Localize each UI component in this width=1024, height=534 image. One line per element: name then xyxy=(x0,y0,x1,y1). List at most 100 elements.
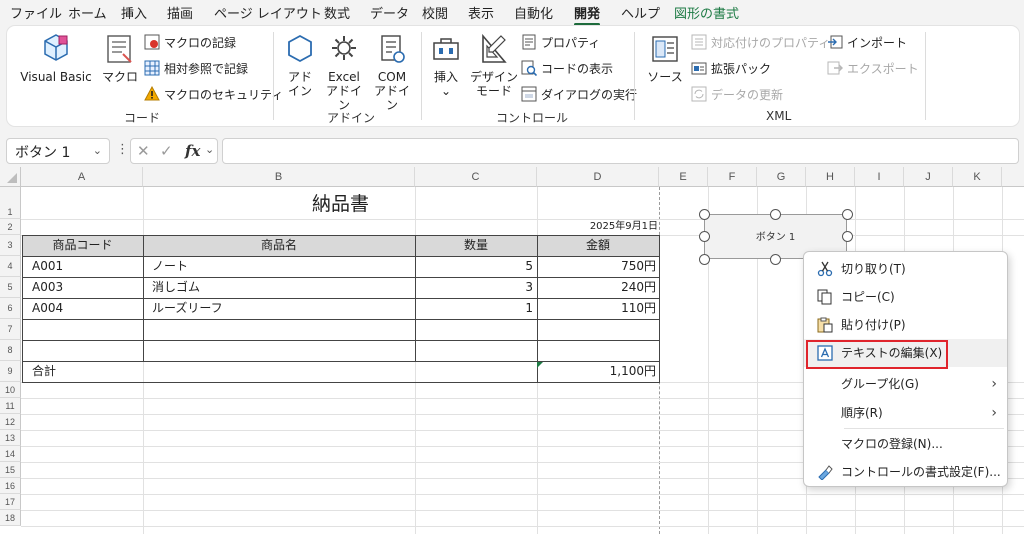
row-header[interactable]: 10 xyxy=(0,382,21,398)
row-header[interactable]: 15 xyxy=(0,462,21,478)
cell-code[interactable]: A004 xyxy=(32,298,63,318)
cell-name[interactable]: ルーズリーフ xyxy=(152,298,223,318)
tab-formulas[interactable]: 数式 xyxy=(324,3,350,22)
cancel-icon[interactable]: ✕ xyxy=(137,142,150,160)
row-header[interactable]: 16 xyxy=(0,478,21,494)
addins-button[interactable]: アド イン xyxy=(281,32,319,98)
row-header[interactable]: 12 xyxy=(0,414,21,430)
insert-function-icon[interactable]: fx xyxy=(185,142,200,160)
row-header[interactable]: 11 xyxy=(0,398,21,414)
xml-export-button[interactable]: エクスポート xyxy=(827,58,919,78)
row-header[interactable]: 6 xyxy=(0,298,21,319)
format-control-icon xyxy=(818,465,833,480)
row-header[interactable]: 14 xyxy=(0,446,21,462)
com-addins-button[interactable]: COM アドイン xyxy=(370,32,414,112)
more-options-icon[interactable]: ⋮ xyxy=(116,142,129,157)
column-header-d[interactable]: D xyxy=(537,167,659,187)
cell-code[interactable]: A003 xyxy=(32,277,63,297)
column-header-i[interactable]: I xyxy=(855,167,904,187)
resize-handle[interactable] xyxy=(699,254,710,265)
total-value[interactable]: 1,100円 xyxy=(537,361,656,381)
visual-basic-button[interactable]: Visual Basic xyxy=(19,32,93,84)
row-header[interactable]: 17 xyxy=(0,494,21,510)
menu-item-group[interactable]: グループ化(G) › xyxy=(804,370,1007,398)
column-header-l[interactable] xyxy=(1002,167,1024,187)
refresh-data-button[interactable]: データの更新 xyxy=(691,84,783,104)
column-header-a[interactable]: A xyxy=(21,167,143,187)
cell-amount[interactable]: 750円 xyxy=(537,256,656,276)
cell-code[interactable]: A001 xyxy=(32,256,63,276)
xml-source-button[interactable]: ソース xyxy=(647,32,683,84)
resize-handle[interactable] xyxy=(699,209,710,220)
resize-handle[interactable] xyxy=(699,231,710,242)
row-header[interactable]: 7 xyxy=(0,319,21,340)
menu-item-copy[interactable]: コピー(C) xyxy=(804,283,1007,311)
column-header-h[interactable]: H xyxy=(806,167,855,187)
row-header[interactable]: 18 xyxy=(0,510,21,526)
row-header[interactable]: 2 xyxy=(0,219,21,235)
record-macro-button[interactable]: マクロの記録 xyxy=(144,32,236,52)
cell-qty[interactable]: 5 xyxy=(415,256,533,276)
cell-name[interactable]: 消しゴム xyxy=(152,277,200,297)
macro-security-button[interactable]: マクロのセキュリティ xyxy=(144,84,283,104)
row-header[interactable]: 5 xyxy=(0,277,21,298)
column-header-f[interactable]: F xyxy=(708,167,757,187)
formula-input[interactable] xyxy=(222,138,1019,164)
row-header[interactable]: 4 xyxy=(0,256,21,277)
cell-amount[interactable]: 110円 xyxy=(537,298,656,318)
row-header[interactable]: 8 xyxy=(0,340,21,361)
enter-icon[interactable]: ✓ xyxy=(160,142,173,160)
row-header[interactable]: 1 xyxy=(0,187,21,219)
map-properties-button[interactable]: 対応付けのプロパティ xyxy=(691,32,830,52)
view-code-button[interactable]: コードの表示 xyxy=(521,58,613,78)
menu-item-assign-macro[interactable]: マクロの登録(N)... xyxy=(804,430,1007,458)
row-header[interactable]: 13 xyxy=(0,430,21,446)
tab-page-layout[interactable]: ページ レイアウト xyxy=(214,3,322,22)
resize-handle[interactable] xyxy=(842,209,853,220)
menu-item-cut[interactable]: 切り取り(T) xyxy=(804,255,1007,283)
tab-view[interactable]: 表示 xyxy=(468,3,494,22)
menu-item-format-control[interactable]: コントロールの書式設定(F)... xyxy=(804,458,1007,486)
row-header[interactable]: 3 xyxy=(0,235,21,256)
row-header[interactable]: 9 xyxy=(0,361,21,382)
design-mode-icon xyxy=(482,33,507,63)
xml-import-button[interactable]: インポート xyxy=(827,32,907,52)
column-header-g[interactable]: G xyxy=(757,167,806,187)
tab-shape-format[interactable]: 図形の書式 xyxy=(674,3,739,22)
excel-addins-button[interactable]: Excel アドイン xyxy=(322,32,366,112)
menu-item-order[interactable]: 順序(R) › xyxy=(804,399,1007,427)
tab-developer[interactable]: 開発 xyxy=(574,3,601,26)
tab-home[interactable]: ホーム xyxy=(68,3,107,22)
tab-review[interactable]: 校閲 xyxy=(422,3,448,22)
select-all-corner[interactable] xyxy=(0,167,21,187)
resize-handle[interactable] xyxy=(770,209,781,220)
column-header-c[interactable]: C xyxy=(415,167,537,187)
column-header-j[interactable]: J xyxy=(904,167,953,187)
tab-data[interactable]: データ xyxy=(370,3,409,22)
column-header-e[interactable]: E xyxy=(659,167,708,187)
properties-button[interactable]: プロパティ xyxy=(521,32,600,52)
cell-name[interactable]: ノート xyxy=(152,256,188,276)
tab-insert[interactable]: 挿入 xyxy=(121,3,147,22)
menu-item-paste[interactable]: 貼り付け(P) xyxy=(804,311,1007,339)
relative-reference-button[interactable]: 相対参照で記録 xyxy=(144,58,248,78)
name-box[interactable]: ボタン 1 ⌄ xyxy=(6,138,110,164)
insert-control-button[interactable]: 挿入 ⌄ xyxy=(427,32,465,98)
cell-qty[interactable]: 3 xyxy=(415,277,533,297)
cell-qty[interactable]: 1 xyxy=(415,298,533,318)
macro-button[interactable]: マクロ xyxy=(99,32,141,84)
chevron-down-icon[interactable]: ⌄ xyxy=(93,144,102,157)
resize-handle[interactable] xyxy=(842,231,853,242)
tab-help[interactable]: ヘルプ xyxy=(621,3,660,22)
run-dialog-button[interactable]: ダイアログの実行 xyxy=(521,84,637,104)
expansion-pack-button[interactable]: 拡張パック xyxy=(691,58,771,78)
design-mode-button[interactable]: デザイン モード xyxy=(470,32,518,98)
chevron-down-icon[interactable]: ⌄ xyxy=(205,143,214,156)
cell-amount[interactable]: 240円 xyxy=(537,277,656,297)
tab-automate[interactable]: 自動化 xyxy=(514,3,553,22)
tab-file[interactable]: ファイル xyxy=(10,3,62,22)
tab-draw[interactable]: 描画 xyxy=(167,3,193,22)
column-header-b[interactable]: B xyxy=(143,167,415,187)
resize-handle[interactable] xyxy=(770,254,781,265)
column-header-k[interactable]: K xyxy=(953,167,1002,187)
